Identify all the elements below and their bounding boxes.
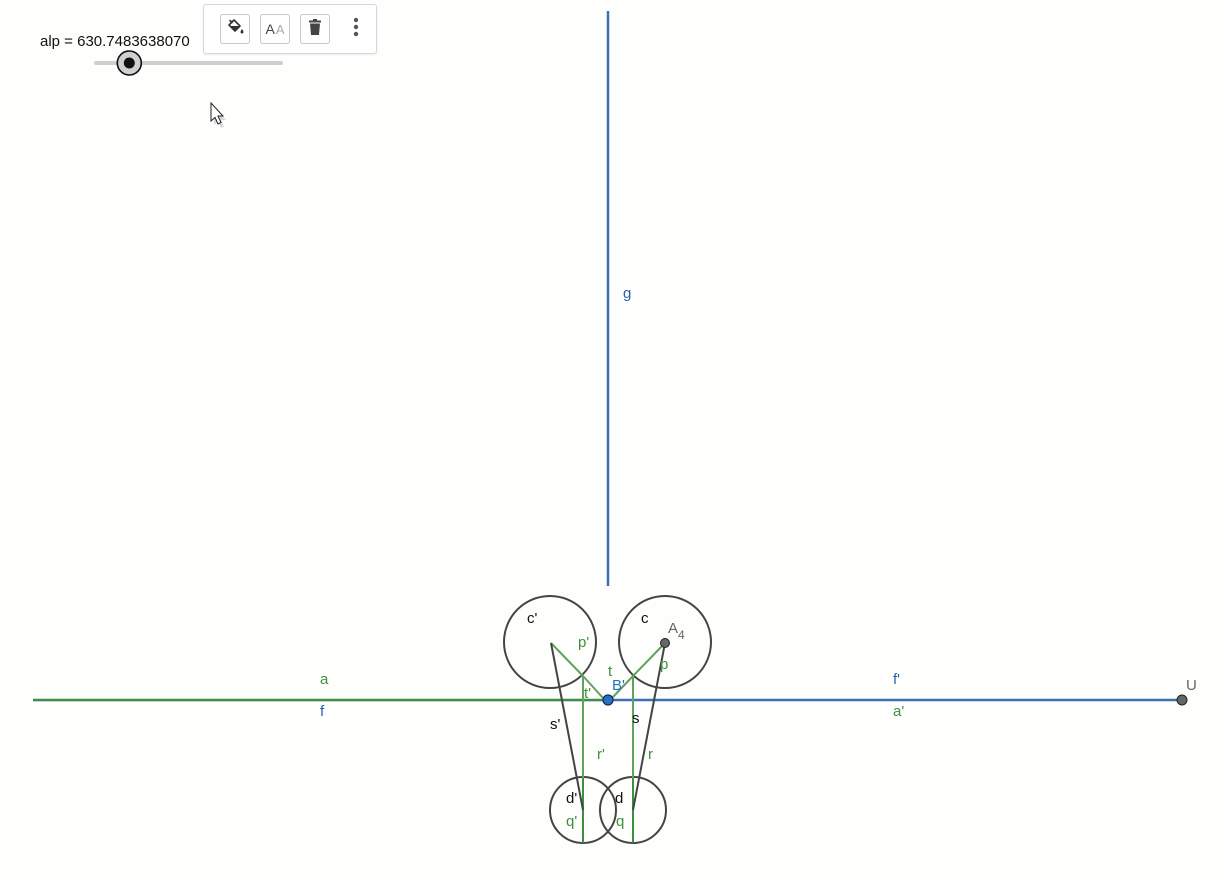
point-A4[interactable] [660, 638, 670, 648]
label-U: U [1186, 677, 1197, 694]
slider-alp-label: alp = 630.7483638070 [40, 33, 190, 50]
text-style-button[interactable]: AA [260, 14, 290, 44]
style-toolbar: AA [203, 4, 377, 54]
label-a-prime: a' [893, 703, 904, 720]
label-r: r [648, 746, 653, 763]
label-p-prime: p' [578, 634, 589, 651]
graphics-view[interactable]: g a f f' a' c' c p' A4 p t t' B' U s' s … [0, 0, 1224, 880]
trash-icon [306, 18, 324, 41]
text-style-small-a: A [275, 22, 285, 37]
text-style-icon: AA [265, 21, 284, 37]
label-B-prime: B' [612, 677, 625, 694]
label-s: s [632, 710, 640, 727]
label-A: A4 [668, 620, 685, 642]
slider-alp[interactable] [94, 50, 283, 76]
color-button[interactable] [220, 14, 250, 44]
delete-button[interactable] [300, 14, 330, 44]
label-A-subscript: 4 [678, 628, 685, 642]
label-f: f [320, 703, 325, 720]
label-c-prime: c' [527, 610, 538, 627]
label-d-prime: d' [566, 790, 577, 807]
label-c: c [641, 610, 649, 627]
label-r-prime: r' [597, 746, 605, 763]
point-U[interactable] [1176, 694, 1188, 706]
label-p: p [660, 656, 668, 673]
label-q: q [616, 813, 624, 830]
label-d: d [615, 790, 623, 807]
mouse-cursor-icon [210, 101, 236, 139]
more-vertical-icon [353, 17, 359, 42]
label-f-prime: f' [893, 671, 900, 688]
label-a: a [320, 671, 329, 688]
label-g: g [623, 285, 631, 302]
text-style-large-a: A [265, 21, 275, 37]
label-t-prime: t' [584, 685, 591, 702]
more-button[interactable] [346, 14, 366, 44]
point-B-prime[interactable] [602, 694, 614, 706]
label-A-main: A [668, 620, 678, 637]
paint-bucket-icon [225, 17, 245, 42]
slider-knob-center [123, 57, 135, 69]
label-s-prime: s' [550, 716, 561, 733]
label-q-prime: q' [566, 813, 577, 830]
